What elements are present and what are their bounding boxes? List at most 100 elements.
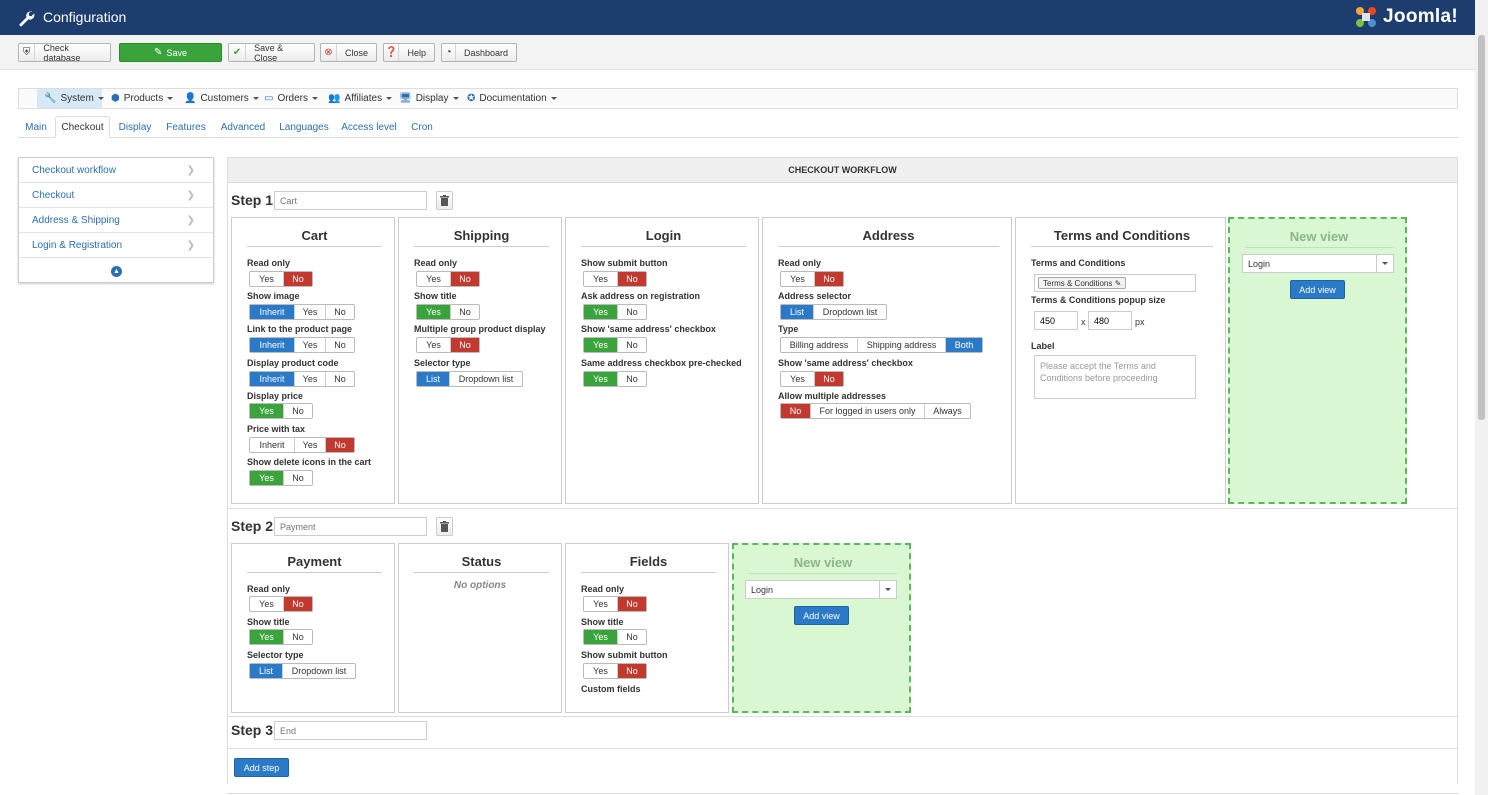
option-yes[interactable]: Yes [295, 338, 326, 352]
show-image-toggle[interactable]: Inherit Yes No [249, 304, 355, 320]
option-no[interactable]: No [815, 372, 843, 386]
step-2-name-input[interactable] [274, 517, 427, 536]
option-no[interactable]: No [284, 471, 312, 485]
selector-type-toggle[interactable]: List Dropdown list [249, 663, 356, 679]
option-both[interactable]: Both [946, 338, 982, 352]
option-no[interactable]: No [618, 664, 646, 678]
display-product-code-toggle[interactable]: Inherit Yes No [249, 371, 355, 387]
read-only-toggle[interactable]: Yes No [583, 596, 647, 612]
option-always[interactable]: Always [925, 404, 970, 418]
option-yes[interactable]: Yes [295, 372, 326, 386]
option-yes[interactable]: Yes [250, 630, 284, 644]
option-inherit[interactable]: Inherit [250, 338, 295, 352]
trash-icon[interactable] [436, 191, 453, 210]
read-only-toggle[interactable]: Yes No [416, 271, 480, 287]
scrollbar-thumb[interactable] [1478, 35, 1485, 420]
close-button[interactable]: ⊗ Close [320, 43, 377, 62]
view-type-select[interactable]: Login [745, 580, 897, 599]
option-no[interactable]: No [284, 272, 312, 286]
option-no[interactable]: No [451, 338, 479, 352]
step-3-name-input[interactable] [274, 721, 427, 740]
option-no[interactable]: No [781, 404, 811, 418]
add-view-button[interactable]: Add view [1290, 280, 1345, 299]
tab-advanced[interactable]: Advanced [217, 116, 269, 138]
tab-access-level[interactable]: Access level [340, 116, 398, 138]
option-inherit[interactable]: Inherit [250, 372, 295, 386]
menu-display[interactable]: 🖥 Display [399, 89, 459, 108]
same-address-checkbox-toggle[interactable]: Yes No [583, 337, 647, 353]
option-no[interactable]: No [618, 305, 646, 319]
option-billing-address[interactable]: Billing address [781, 338, 858, 352]
sidebar-item-address-shipping[interactable]: Address & Shipping ❯ [19, 208, 213, 233]
option-yes[interactable]: Yes [250, 272, 284, 286]
option-no[interactable]: No [326, 372, 354, 386]
option-yes[interactable]: Yes [417, 338, 451, 352]
tab-features[interactable]: Features [163, 116, 209, 138]
option-no[interactable]: No [618, 338, 646, 352]
show-title-toggle[interactable]: Yes No [416, 304, 480, 320]
tab-languages[interactable]: Languages [277, 116, 331, 138]
option-no[interactable]: No [618, 272, 646, 286]
selector-type-toggle[interactable]: List Dropdown list [416, 371, 523, 387]
option-yes[interactable]: Yes [584, 630, 618, 644]
multiple-group-display-toggle[interactable]: Yes No [416, 337, 480, 353]
ask-address-toggle[interactable]: Yes No [583, 304, 647, 320]
option-no[interactable]: No [451, 272, 479, 286]
terms-label-textarea[interactable]: Please accept the Terms and Conditions b… [1034, 355, 1196, 399]
tab-cron[interactable]: Cron [408, 116, 436, 138]
menu-system[interactable]: 🔧 System [37, 89, 104, 108]
show-submit-button-toggle[interactable]: Yes No [583, 663, 647, 679]
address-selector-toggle[interactable]: List Dropdown list [780, 304, 887, 320]
option-yes[interactable]: Yes [250, 471, 284, 485]
tab-display[interactable]: Display [113, 116, 157, 138]
view-type-select[interactable]: Login [1242, 254, 1394, 273]
option-no[interactable]: No [451, 305, 479, 319]
add-step-button[interactable]: Add step [234, 758, 289, 777]
option-no[interactable]: No [326, 305, 354, 319]
caret-down-icon[interactable] [879, 581, 896, 598]
option-no[interactable]: No [618, 372, 646, 386]
option-yes[interactable]: Yes [584, 597, 618, 611]
option-no[interactable]: No [284, 404, 312, 418]
save-button[interactable]: ✎ Save [119, 43, 222, 62]
option-dropdown-list[interactable]: Dropdown list [283, 664, 355, 678]
option-inherit[interactable]: Inherit [250, 438, 295, 452]
option-inherit[interactable]: Inherit [250, 305, 295, 319]
same-address-checkbox-toggle[interactable]: Yes No [780, 371, 844, 387]
show-submit-button-toggle[interactable]: Yes No [583, 271, 647, 287]
tab-checkout[interactable]: Checkout [55, 116, 110, 138]
menu-products[interactable]: ⬢ Products [111, 89, 174, 108]
option-no[interactable]: No [284, 630, 312, 644]
link-product-page-toggle[interactable]: Inherit Yes No [249, 337, 355, 353]
price-with-tax-toggle[interactable]: Inherit Yes No [249, 437, 355, 453]
terms-article-selector[interactable]: Terms & Conditions ✎ [1034, 274, 1196, 292]
popup-width-input[interactable] [1034, 311, 1078, 330]
allow-multiple-addresses-toggle[interactable]: No For logged in users only Always [780, 403, 971, 419]
option-yes[interactable]: Yes [781, 272, 815, 286]
option-no[interactable]: No [284, 597, 312, 611]
option-dropdown-list[interactable]: Dropdown list [814, 305, 886, 319]
help-button[interactable]: ❓ Help [383, 43, 435, 62]
check-database-button[interactable]: ⛨ Check database [18, 43, 111, 63]
add-view-button[interactable]: Add view [794, 606, 849, 625]
option-dropdown-list[interactable]: Dropdown list [450, 372, 522, 386]
menu-affiliates[interactable]: 👥 Affiliates [328, 89, 393, 108]
option-no[interactable]: No [618, 597, 646, 611]
address-type-toggle[interactable]: Billing address Shipping address Both [780, 337, 983, 353]
pencil-icon[interactable]: ✎ [1115, 279, 1122, 288]
menu-documentation[interactable]: ✪ Documentation [467, 89, 557, 108]
same-address-prechecked-toggle[interactable]: Yes No [583, 371, 647, 387]
option-yes[interactable]: Yes [417, 272, 451, 286]
dashboard-button[interactable]: ◔ Dashboard [441, 43, 517, 62]
option-no[interactable]: No [326, 338, 354, 352]
display-price-toggle[interactable]: Yes No [249, 403, 313, 419]
option-shipping-address[interactable]: Shipping address [858, 338, 946, 352]
tab-main[interactable]: Main [18, 116, 54, 138]
option-yes[interactable]: Yes [584, 305, 618, 319]
popup-height-input[interactable] [1088, 311, 1132, 330]
option-yes[interactable]: Yes [250, 404, 284, 418]
save-close-button[interactable]: ✔ Save & Close [228, 43, 315, 63]
terms-article-chip[interactable]: Terms & Conditions ✎ [1038, 277, 1127, 289]
option-list[interactable]: List [781, 305, 814, 319]
read-only-toggle[interactable]: Yes No [780, 271, 844, 287]
